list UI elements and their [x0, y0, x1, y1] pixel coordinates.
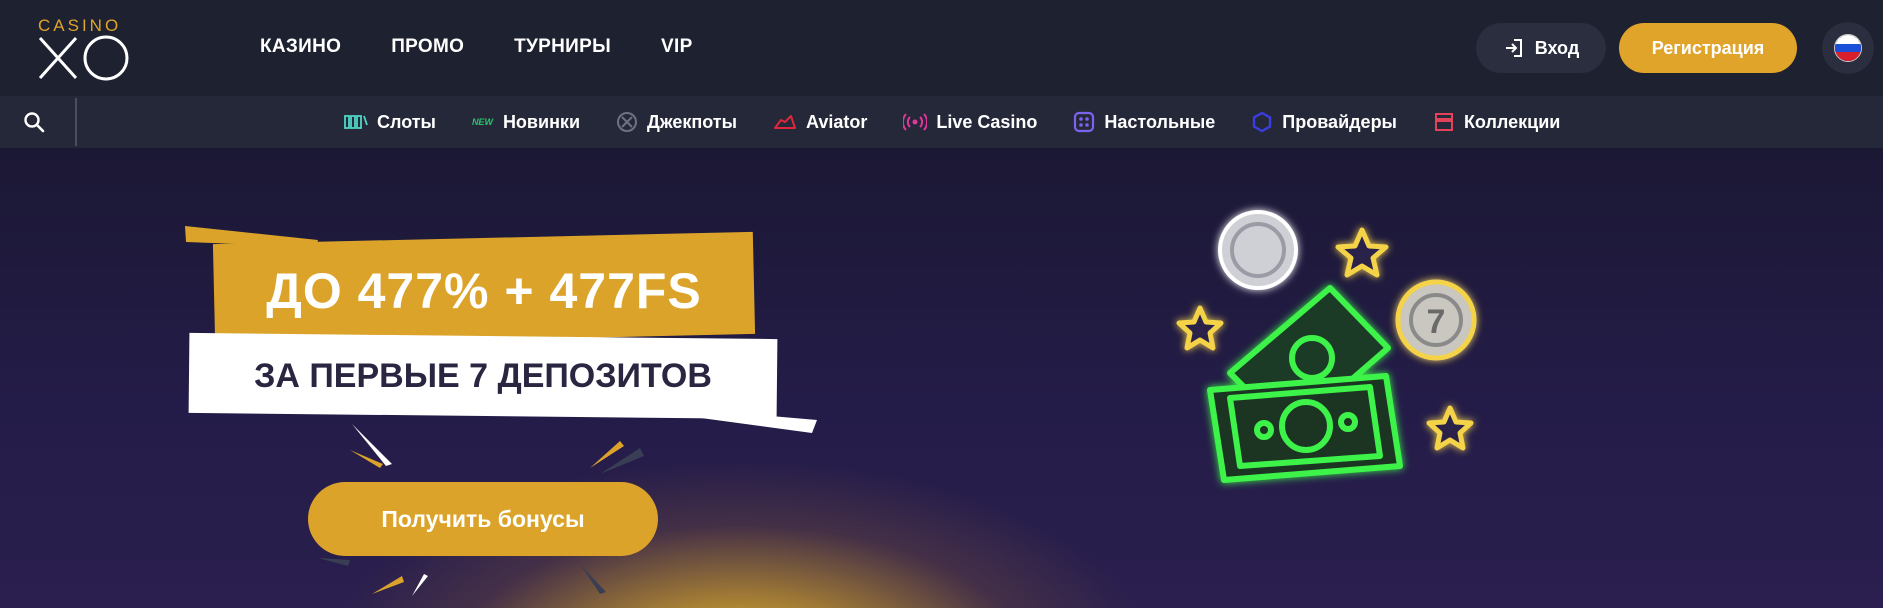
category-providers-label: Провайдеры: [1282, 111, 1397, 132]
category-table-games-label: Настольные: [1104, 111, 1216, 132]
logo-casino-text: CASINO: [38, 16, 122, 35]
category-slots-label: Слоты: [377, 111, 436, 132]
category-live-casino[interactable]: Live Casino: [903, 112, 1037, 133]
silver-coin-icon: [1218, 210, 1298, 290]
nav-vip[interactable]: VIP: [661, 36, 693, 58]
logo-xo-mark: [38, 35, 129, 81]
nav-tournaments[interactable]: ТУРНИРЫ: [514, 36, 611, 58]
gold-coin-icon: 7: [1395, 279, 1477, 361]
nav-promo[interactable]: ПРОМО: [391, 36, 464, 58]
gold-coin-label: 7: [1427, 303, 1446, 341]
get-bonus-button[interactable]: Получить бонусы: [308, 482, 658, 556]
category-slots[interactable]: Слоты: [344, 112, 436, 133]
category-providers[interactable]: Провайдеры: [1251, 111, 1397, 133]
login-label: Вход: [1534, 37, 1580, 58]
neon-banknote-icon: [1207, 285, 1403, 483]
neon-money-illustration: 7: [1176, 210, 1477, 483]
category-new[interactable]: NEW Новинки: [472, 112, 580, 133]
top-bar: CASINO КАЗИНО ПРОМО ТУРНИРЫ VIP Вход Рег…: [0, 0, 1883, 96]
category-aviator[interactable]: Aviator: [773, 112, 867, 133]
bonus-subtitle: ЗА ПЕРВЫЕ 7 ДЕПОЗИТОВ: [254, 357, 712, 395]
jackpot-icon: [617, 112, 638, 132]
register-button[interactable]: Регистрация: [1619, 23, 1797, 73]
new-badge-icon: NEW: [471, 117, 493, 127]
bonus-title: ДО 477% + 477FS: [266, 263, 702, 319]
dice-icon: [1074, 111, 1095, 133]
main-nav: КАЗИНО ПРОМО ТУРНИРЫ VIP: [260, 36, 693, 58]
nav-casino[interactable]: КАЗИНО: [260, 36, 341, 58]
slots-icon: [344, 115, 368, 129]
category-live-casino-label: Live Casino: [936, 111, 1038, 132]
category-jackpots-label: Джекпоты: [647, 111, 737, 132]
category-nav: Слоты NEW Новинки Джекпоты Aviator Live …: [344, 96, 1560, 148]
search-divider: [75, 98, 77, 146]
promo-hero-banner: ДО 477% + 477FS ЗА ПЕРВЫЕ 7 ДЕПОЗИТОВ По…: [0, 148, 1883, 608]
category-table-games[interactable]: Настольные: [1073, 111, 1215, 133]
live-broadcast-icon: [903, 113, 928, 131]
collections-icon: [1434, 113, 1453, 131]
category-jackpots[interactable]: Джекпоты: [616, 111, 737, 133]
login-icon: [1505, 39, 1522, 57]
category-bar: Слоты NEW Новинки Джекпоты Aviator Live …: [0, 96, 1883, 148]
language-selector[interactable]: [1822, 22, 1874, 74]
category-collections-label: Коллекции: [1463, 111, 1561, 132]
casino-xo-logo[interactable]: CASINO: [36, 16, 136, 82]
search-icon[interactable]: [22, 110, 46, 134]
category-new-label: Новинки: [502, 111, 581, 132]
category-collections[interactable]: Коллекции: [1433, 111, 1560, 133]
providers-icon: [1253, 111, 1272, 133]
russian-flag-icon: [1834, 34, 1862, 62]
login-button[interactable]: Вход: [1476, 23, 1606, 73]
aviator-plane-icon: [774, 115, 796, 129]
category-aviator-label: Aviator: [806, 111, 868, 132]
